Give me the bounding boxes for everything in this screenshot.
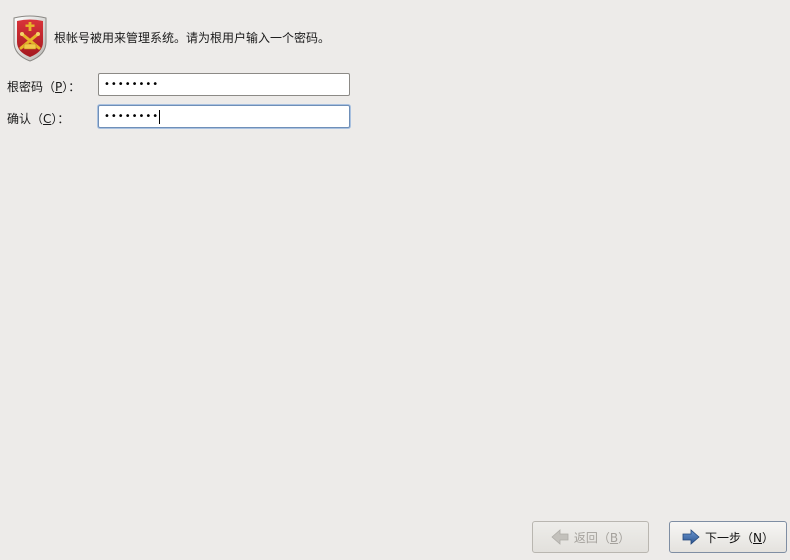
mnemonic-b: B [609,530,619,545]
text-cursor [159,109,161,124]
root-password-field[interactable]: •••••••• [98,73,350,96]
confirm-password-row: 确认（C）： •••••••• [0,105,400,131]
root-password-label: 根密码（P）： [7,80,81,94]
arrow-right-icon [682,529,700,545]
root-password-row: 根密码（P）： •••••••• [0,73,400,99]
next-button-label: 下一步（N） [704,530,774,545]
confirm-password-label: 确认（C）： [7,112,70,126]
back-button-label: 返回（B） [573,530,631,545]
confirm-password-field[interactable]: •••••••• [98,105,350,128]
confirm-password-value: •••••••• [104,110,160,122]
back-button[interactable]: 返回（B） [532,521,649,553]
mnemonic-n: N [753,530,762,545]
arrow-left-icon [551,529,569,545]
next-button[interactable]: 下一步（N） [669,521,787,553]
shield-emblem-icon [13,15,47,62]
page-instructions: 根帐号被用来管理系统。请为根用户输入一个密码。 [54,31,331,45]
header: 根帐号被用来管理系统。请为根用户输入一个密码。 [11,14,330,62]
root-password-value: •••••••• [104,78,160,90]
